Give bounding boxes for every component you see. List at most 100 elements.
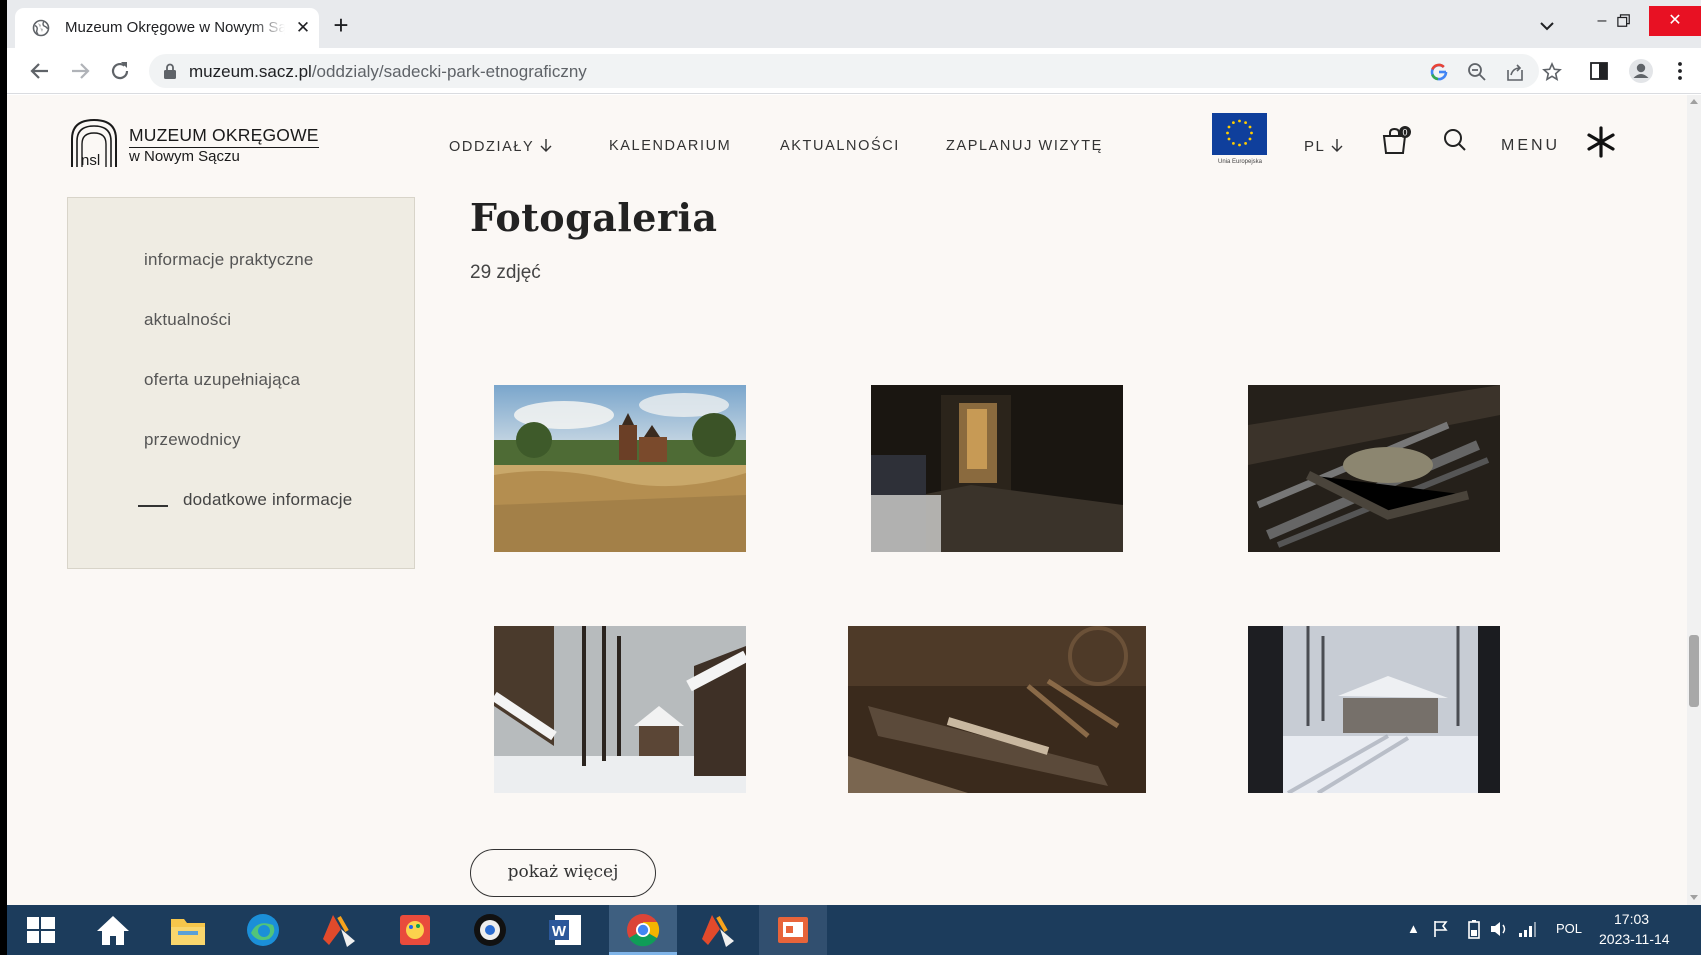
sidebar-item-przewodnicy[interactable]: przewodnicy <box>144 430 241 450</box>
keyboard-language[interactable]: POL <box>1556 921 1582 936</box>
asterisk-menu-icon[interactable] <box>1584 125 1618 159</box>
sidebar-item-informacje-praktyczne[interactable]: informacje praktyczne <box>144 250 314 270</box>
nav-oddzialy[interactable]: ODDZIAŁY <box>449 138 552 155</box>
dark-interior-image <box>871 385 1123 552</box>
logo-subtitle: w Nowym Sączu <box>129 148 240 165</box>
taskbar-chrome[interactable] <box>609 905 677 955</box>
flag-icon[interactable] <box>1431 919 1451 939</box>
ccleaner-icon <box>323 915 355 947</box>
tab-strip: Muzeum Okręgowe w Nowym Sącz ✕ + – ✕ <box>7 0 1701 48</box>
nav-oddzialy-label: ODDZIAŁY <box>449 139 535 155</box>
star-bookmark-icon[interactable] <box>1542 62 1562 82</box>
home-icon <box>97 916 129 945</box>
arrow-down-icon <box>540 139 552 152</box>
screen: Muzeum Okręgowe w Nowym Sącz ✕ + – ✕ muz… <box>7 0 1701 955</box>
tools-image <box>1248 385 1500 552</box>
tab-title: Muzeum Okręgowe w Nowym Sącz <box>65 19 285 36</box>
battery-icon <box>1468 920 1480 939</box>
photo-count: 29 zdjęć <box>470 262 541 283</box>
network-signal-icon[interactable] <box>1517 919 1537 939</box>
winter-village-image <box>494 626 746 793</box>
share-icon[interactable] <box>1505 62 1525 82</box>
gallery-photo[interactable] <box>494 385 746 552</box>
logo-title: MUZEUM OKRĘGOWE <box>129 125 319 148</box>
taskbar-ccleaner-2[interactable] <box>684 905 752 955</box>
url-text: muzeum.sacz.pl/oddzialy/sadecki-park-etn… <box>189 62 587 81</box>
show-more-button[interactable]: pokaż więcej <box>470 849 656 897</box>
paint-icon <box>400 915 430 945</box>
scroll-thumb[interactable] <box>1689 635 1699 707</box>
taskbar-word[interactable]: W <box>531 905 599 955</box>
chevron-down-icon[interactable] <box>1537 16 1557 36</box>
sidebar-item-dodatkowe-informacje[interactable]: dodatkowe informacje <box>183 490 352 510</box>
taskbar-media-player[interactable] <box>456 905 524 955</box>
windows-taskbar: W ▲ POL 17:03 2023-11-14 <box>7 905 1701 955</box>
cart-count: 0 <box>1402 128 1407 138</box>
nav-kalendarium[interactable]: KALENDARIUM <box>609 138 731 154</box>
new-tab-icon[interactable]: + <box>328 12 354 38</box>
sidebar-nav: informacje praktyczne aktualności oferta… <box>67 197 415 569</box>
gallery-photo[interactable] <box>1248 385 1500 552</box>
zoom-out-icon[interactable] <box>1467 62 1487 82</box>
nav-zaplanuj-wizyte[interactable]: ZAPLANUJ WIZYTĘ <box>946 138 1103 154</box>
eu-flag-icon[interactable] <box>1212 113 1267 155</box>
window-close-icon[interactable]: ✕ <box>1649 6 1701 36</box>
taskbar-home[interactable] <box>79 905 147 955</box>
gallery-photo[interactable] <box>494 626 746 793</box>
taskbar-presentation[interactable] <box>759 905 827 955</box>
scroll-up-arrow-icon[interactable] <box>1690 99 1698 104</box>
taskbar-paint[interactable] <box>381 905 449 955</box>
snowy-cottage-image <box>1248 626 1500 793</box>
gallery-photo[interactable] <box>848 626 1146 793</box>
taskbar-ccleaner[interactable] <box>305 905 373 955</box>
taskbar-edge[interactable] <box>229 905 297 955</box>
forward-arrow-icon[interactable] <box>67 58 93 84</box>
sidebar-item-oferta-uzupelniajaca[interactable]: oferta uzupełniająca <box>144 370 300 390</box>
browser-toolbar: muzeum.sacz.pl/oddzialy/sadecki-park-etn… <box>7 48 1701 94</box>
profile-avatar-icon[interactable] <box>1628 58 1654 84</box>
clock-time[interactable]: 17:03 <box>1614 911 1649 927</box>
address-bar[interactable]: muzeum.sacz.pl/oddzialy/sadecki-park-etn… <box>149 54 1562 88</box>
svg-text:nsl: nsl <box>81 152 100 169</box>
language-selector[interactable]: PL <box>1304 138 1343 155</box>
taskbar-file-explorer[interactable] <box>154 905 222 955</box>
word-icon: W <box>549 915 581 945</box>
arrow-down-icon <box>1331 139 1343 152</box>
chrome-icon <box>627 914 660 947</box>
active-indicator <box>138 505 168 507</box>
scroll-down-arrow-icon[interactable] <box>1690 895 1698 900</box>
volume-icon[interactable] <box>1489 919 1509 939</box>
tray-chevron-up-icon[interactable]: ▲ <box>1407 921 1420 936</box>
sidebar-item-aktualnosci[interactable]: aktualności <box>144 310 231 330</box>
language-label: PL <box>1304 138 1326 155</box>
close-tab-icon[interactable]: ✕ <box>293 18 313 38</box>
site-logo[interactable]: nsl MUZEUM OKRĘGOWE w Nowym Sączu <box>69 117 329 169</box>
web-page: nsl MUZEUM OKRĘGOWE w Nowym Sączu ODDZIA… <box>7 95 1687 905</box>
folder-icon <box>171 919 205 945</box>
gallery-photo[interactable] <box>1248 626 1500 793</box>
start-button[interactable] <box>7 905 75 955</box>
search-icon[interactable] <box>1442 127 1468 153</box>
reload-icon[interactable] <box>107 58 133 84</box>
lock-icon[interactable] <box>163 63 177 79</box>
ccleaner-icon <box>702 915 734 947</box>
clock-date[interactable]: 2023-11-14 <box>1599 931 1670 947</box>
nav-aktualnosci[interactable]: AKTUALNOŚCI <box>780 138 900 154</box>
wheat-field-church-image <box>494 385 746 552</box>
presentation-icon <box>778 917 808 943</box>
shopping-bag-icon[interactable]: 0 <box>1381 125 1413 157</box>
globe-icon <box>32 19 50 37</box>
museum-logo-mark: nsl <box>71 118 117 169</box>
workshop-image <box>848 626 1146 793</box>
kebab-menu-icon[interactable] <box>1669 60 1691 82</box>
edge-icon <box>247 914 279 946</box>
side-panel-icon[interactable] <box>1588 60 1610 82</box>
page-scrollbar[interactable] <box>1687 95 1701 905</box>
google-icon[interactable] <box>1429 62 1449 82</box>
media-player-icon <box>474 914 506 946</box>
restore-icon[interactable] <box>1601 6 1647 36</box>
back-arrow-icon[interactable] <box>27 58 53 84</box>
gallery-photo[interactable] <box>871 385 1123 552</box>
browser-tab[interactable]: Muzeum Okręgowe w Nowym Sącz ✕ <box>15 8 319 48</box>
menu-button[interactable]: MENU <box>1501 137 1560 155</box>
